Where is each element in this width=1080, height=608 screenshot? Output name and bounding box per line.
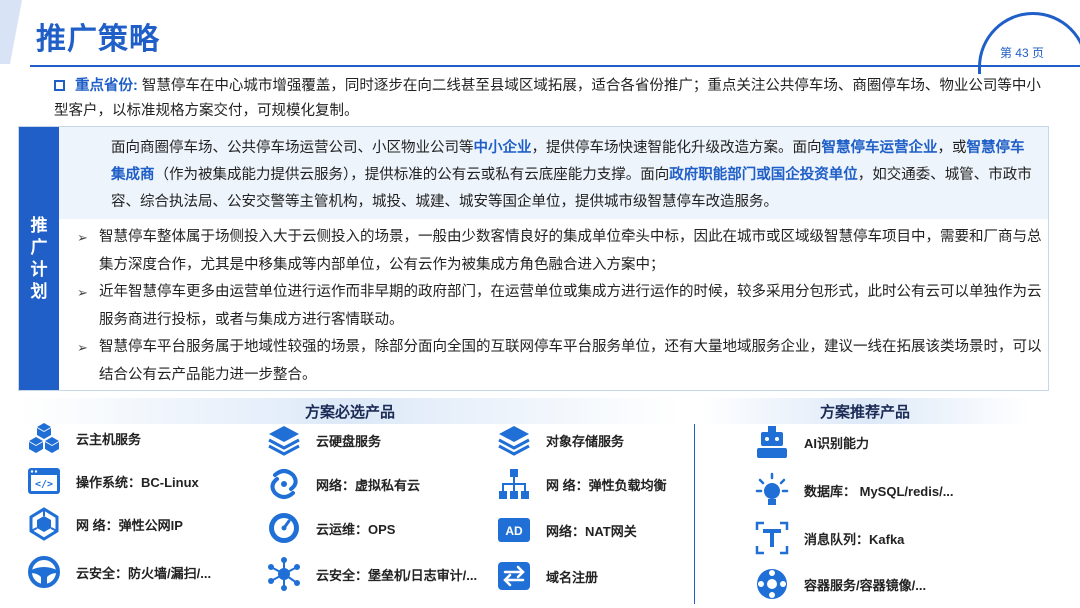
product-label: 云安全：堡垒机/日志审计/... (316, 567, 478, 583)
recommended-products-header: 方案推荐产品 (700, 398, 1030, 424)
swirl-icon (266, 466, 302, 502)
product-label: 网 络：弹性负载均衡 (546, 477, 667, 493)
steering-wheel-icon (26, 554, 62, 590)
product-item: 网络：虚拟私有云 (266, 466, 420, 502)
product-item: AD 网络：NAT网关 (496, 512, 637, 548)
product-label: 网 络：弹性公网IP (76, 517, 183, 533)
intro-highlight: 政府职能部门或国企投资单位 (669, 167, 858, 183)
plan-intro: 面向商圈停车场、公共停车场运营公司、小区物业公司等中小企业，提供停车场快速智能化… (59, 127, 1048, 219)
plan-bullet: 近年智慧停车更多由运营单位进行运作而非早期的政府部门，在运营单位或集成方进行运作… (77, 279, 1042, 334)
stack-icon (496, 422, 532, 458)
intro-text: 面向商圈停车场、公共停车场运营公司、小区物业公司等 (111, 140, 474, 156)
layers-icon (266, 422, 302, 458)
focus-text: 智慧停车在中心城市增强覆盖，同时逐步在向二线甚至县域区域拓展，适合各省份推广；重… (54, 78, 1041, 119)
promotion-plan-panel: 推广计划 面向商圈停车场、公共停车场运营公司、小区物业公司等中小企业，提供停车场… (18, 126, 1049, 391)
plan-bullet-list: 智慧停车整体属于场侧投入大于云侧投入的场景，一般由少数客情良好的集成单位牵头中标… (77, 224, 1042, 389)
intro-highlight: 中小企业 (473, 140, 532, 156)
intro-text: ，提供停车场快速智能化升级改造方案。面向 (531, 140, 822, 156)
square-bullet-icon (54, 80, 65, 91)
product-label: 云运维：OPS (316, 521, 396, 537)
product-label: 云安全：防火墙/漏扫/... (76, 565, 212, 581)
product-item: 消息队列：Kafka (754, 520, 904, 556)
product-label: 域名注册 (546, 569, 599, 585)
product-item: 云主机服务 (26, 420, 141, 456)
ad-badge-icon: AD (496, 512, 532, 548)
code-window-icon: </> (26, 463, 62, 499)
ai-robot-icon (754, 424, 790, 460)
product-item: </> 操作系统：BC-Linux (26, 463, 199, 499)
product-item: 网 络：弹性公网IP (26, 506, 183, 542)
intro-highlight: 智慧停车运营企业 (821, 140, 938, 156)
product-label: 消息队列：Kafka (804, 531, 905, 547)
intro-text: （作为被集成能力提供云服务），提供标准的公有云或私有云底座能力支撑。面向 (154, 167, 670, 183)
plan-bullet: 智慧停车平台服务属于地域性较强的场景，除部分面向全国的互联网停车平台服务单位，还… (77, 334, 1042, 389)
org-tree-icon (496, 466, 532, 502)
product-label: AI识别能力 (804, 435, 870, 451)
swap-arrows-icon (496, 558, 532, 594)
product-label: 数据库： MySQL/redis/... (804, 483, 954, 499)
product-label: 网络：NAT网关 (546, 523, 637, 539)
product-item: 容器服务/容器镜像/... (754, 566, 926, 602)
product-item: AI识别能力 (754, 424, 869, 460)
product-item: 云安全：防火墙/漏扫/... (26, 554, 211, 590)
corner-accent-icon (0, 0, 22, 64)
product-label: 对象存储服务 (546, 433, 625, 449)
text-t-icon (754, 520, 790, 556)
product-item: 云安全：堡垒机/日志审计/... (266, 556, 477, 592)
header-rule (30, 65, 1080, 67)
product-label: 网络：虚拟私有云 (316, 477, 421, 493)
page-number: 第 43 页 (999, 46, 1044, 60)
cubes-icon (26, 420, 62, 456)
product-item: 网 络：弹性负载均衡 (496, 466, 667, 502)
section-divider (694, 424, 695, 604)
plan-bullet: 智慧停车整体属于场侧投入大于云侧投入的场景，一般由少数客情良好的集成单位牵头中标… (77, 224, 1042, 279)
product-label: 云硬盘服务 (316, 433, 382, 449)
network-sphere-icon (26, 506, 62, 542)
product-item: 数据库： MySQL/redis/... (754, 472, 954, 508)
lightbulb-icon (754, 472, 790, 508)
intro-text: ，或 (937, 140, 967, 156)
plan-side-label: 推广计划 (19, 127, 59, 390)
product-item: 云运维：OPS (266, 510, 395, 546)
focus-label: 重点省份: (75, 78, 138, 94)
product-item: 云硬盘服务 (266, 422, 381, 458)
product-item: 对象存储服务 (496, 422, 624, 458)
svg-text:</>: </> (35, 479, 53, 490)
page-title: 推广策略 (36, 23, 160, 56)
svg-text:AD: AD (505, 524, 523, 538)
product-label: 操作系统：BC-Linux (76, 474, 199, 490)
container-icon (754, 566, 790, 602)
hub-icon (266, 556, 302, 592)
product-label: 容器服务/容器镜像/... (804, 577, 927, 593)
product-label: 云主机服务 (76, 431, 142, 447)
product-item: 域名注册 (496, 558, 598, 594)
gauge-icon (266, 510, 302, 546)
focus-provinces: 重点省份: 智慧停车在中心城市增强覆盖，同时逐步在向二线甚至县域区域拓展，适合各… (54, 74, 1044, 124)
